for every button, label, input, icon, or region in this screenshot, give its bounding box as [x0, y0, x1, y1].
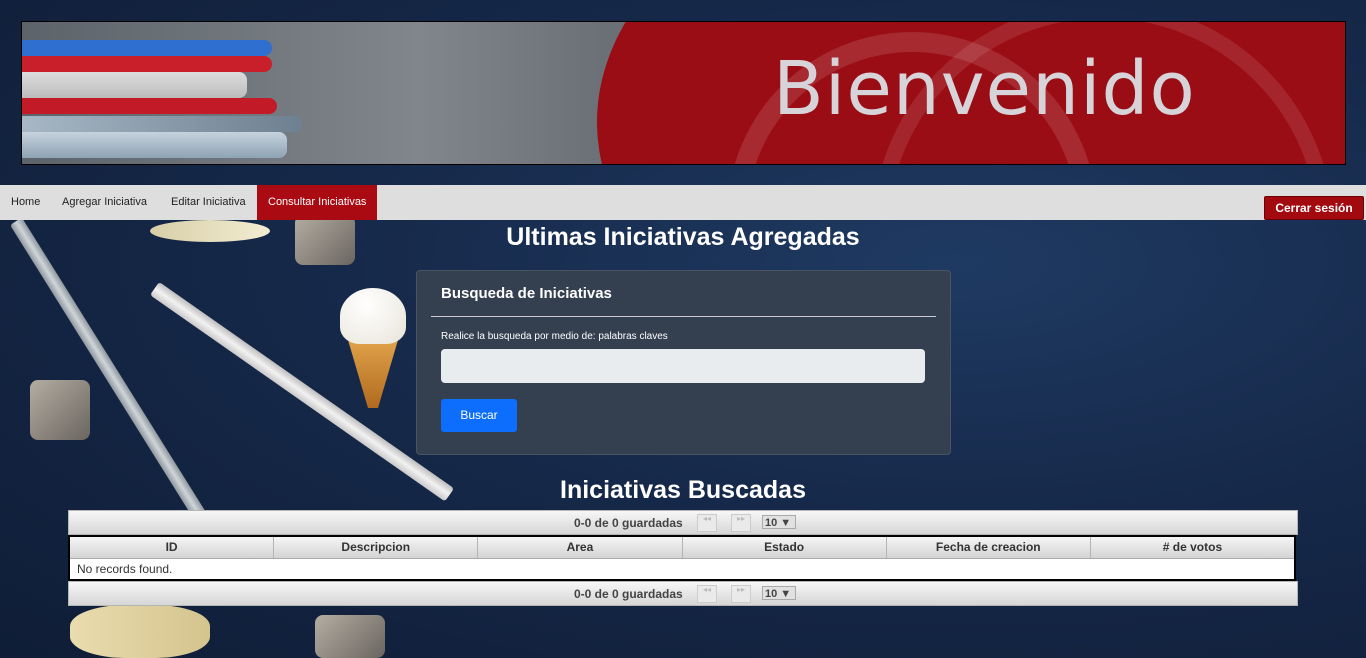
divider	[431, 316, 936, 317]
pager-summary: 0-0 de 0 guardadas	[574, 587, 683, 601]
table-header: ID Descripcion Area Estado Fecha de crea…	[70, 537, 1294, 559]
column-header-fecha[interactable]: Fecha de creacion	[887, 537, 1091, 558]
pager-bottom: 0-0 de 0 guardadas ◂◂ ▸▸ 10 ▼	[68, 581, 1298, 606]
pager-summary: 0-0 de 0 guardadas	[574, 516, 683, 530]
next-page-icon[interactable]: ▸▸	[731, 514, 751, 532]
nav-item-editar-iniciativa[interactable]: Editar Iniciativa	[160, 185, 257, 220]
nav-item-home[interactable]: Home	[0, 185, 51, 220]
tape-decoration	[70, 605, 210, 658]
page-size-select[interactable]: 10 ▼	[762, 515, 796, 529]
prev-page-icon[interactable]: ◂◂	[697, 585, 717, 603]
column-header-area[interactable]: Area	[478, 537, 683, 558]
clip-decoration	[30, 380, 90, 440]
banner-title: Bienvenido	[773, 46, 1196, 132]
search-button[interactable]: Buscar	[441, 399, 517, 432]
nav-item-consultar-iniciativas[interactable]: Consultar Iniciativas	[257, 185, 378, 220]
page-size-select[interactable]: 10 ▼	[762, 586, 796, 600]
column-header-estado[interactable]: Estado	[683, 537, 887, 558]
page-title: Ultimas Iniciativas Agregadas	[506, 223, 860, 251]
pager-top: 0-0 de 0 guardadas ◂◂ ▸▸ 10 ▼	[68, 510, 1298, 535]
column-header-votos[interactable]: # de votos	[1091, 537, 1294, 558]
header-banner: Bienvenido	[21, 21, 1346, 165]
search-card-title: Busqueda de Iniciativas	[441, 285, 612, 302]
clip-decoration	[315, 615, 385, 658]
icecream-decoration	[340, 288, 406, 344]
search-card: Busqueda de Iniciativas Realice la busqu…	[416, 270, 951, 455]
next-page-icon[interactable]: ▸▸	[731, 585, 751, 603]
search-input[interactable]	[441, 349, 925, 383]
results-title: Iniciativas Buscadas	[560, 476, 806, 504]
nav-bar: Home Agregar Iniciativa Editar Iniciativ…	[0, 185, 1366, 220]
results-table: ID Descripcion Area Estado Fecha de crea…	[68, 535, 1296, 581]
column-header-descripcion[interactable]: Descripcion	[274, 537, 479, 558]
logout-button[interactable]: Cerrar sesión	[1264, 196, 1364, 220]
nav-item-agregar-iniciativa[interactable]: Agregar Iniciativa	[51, 185, 158, 220]
pencil-decoration	[150, 281, 455, 502]
search-label: Realice la busqueda por medio de: palabr…	[441, 331, 668, 342]
books-image	[22, 32, 302, 164]
prev-page-icon[interactable]: ◂◂	[697, 514, 717, 532]
column-header-id[interactable]: ID	[70, 537, 275, 558]
icecream-decoration	[348, 340, 398, 408]
empty-message: No records found.	[77, 562, 173, 576]
